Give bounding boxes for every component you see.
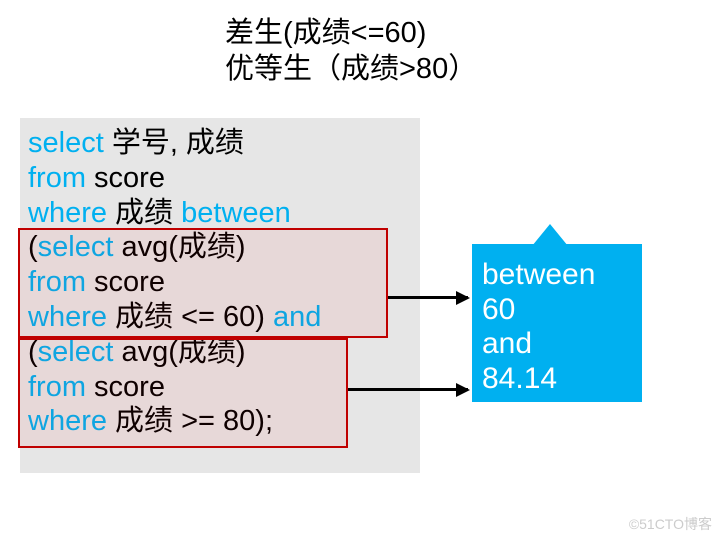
callout-line-2: 60 [482, 293, 632, 328]
callout-line-3: and [482, 327, 632, 362]
highlight-box-subquery-2 [18, 338, 348, 448]
code-line-2: from score [28, 161, 412, 196]
slide-title: 差生(成绩<=60) 优等生（成绩>80） [225, 15, 477, 88]
title-line-1: 差生(成绩<=60) [225, 15, 477, 51]
callout-line-1: between [482, 258, 632, 293]
callout-box: between 60 and 84.14 [472, 244, 642, 402]
keyword-between: between [181, 197, 291, 229]
arrow-icon [388, 296, 468, 299]
callout-line-4: 84.14 [482, 362, 632, 397]
code-line-1: select 学号, 成绩 [28, 126, 412, 161]
highlight-box-subquery-1 [18, 228, 388, 338]
arrow-icon [348, 388, 468, 391]
keyword-where: where [28, 197, 107, 229]
keyword-select: select [28, 127, 104, 159]
title-line-2: 优等生（成绩>80） [225, 51, 477, 87]
watermark-text: ©51CTO博客 [629, 514, 712, 534]
code-line-3: where 成绩 between [28, 196, 412, 231]
keyword-from: from [28, 162, 86, 194]
